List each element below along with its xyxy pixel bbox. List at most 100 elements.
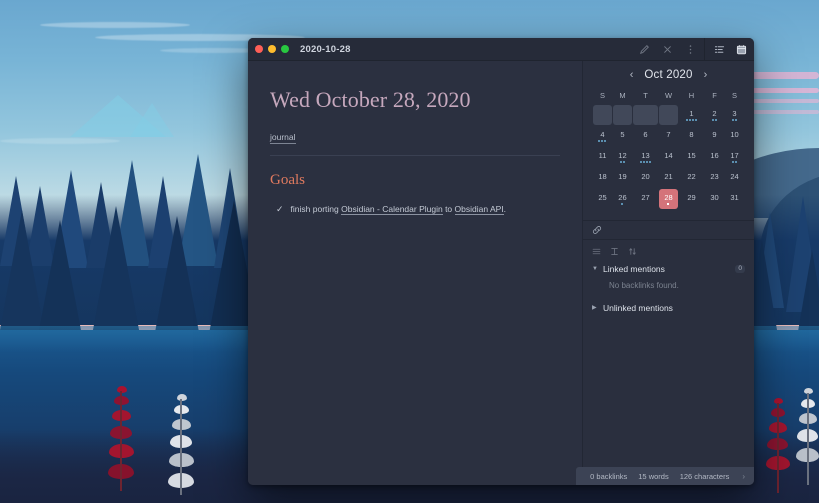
unlinked-mentions-label: Unlinked mentions — [603, 303, 673, 313]
expand-results-icon[interactable] — [610, 247, 619, 256]
calendar-day-4[interactable]: 4 — [593, 126, 612, 146]
previous-month-button[interactable]: ‹ — [630, 69, 634, 81]
calendar-day-dots — [613, 182, 632, 185]
calendar-day-11[interactable]: 11 — [593, 147, 612, 167]
calendar-day-8[interactable]: 8 — [679, 126, 704, 146]
calendar-day-25[interactable]: 25 — [593, 189, 612, 209]
more-vertical-icon[interactable] — [685, 44, 696, 55]
calendar-nav: ‹ Oct 2020 › — [592, 69, 745, 81]
calendar-day-2[interactable]: 2 — [705, 105, 724, 125]
resize-handle-icon[interactable]: › — [742, 472, 745, 481]
calendar-day-21[interactable]: 21 — [659, 168, 678, 188]
calendar-day-5[interactable]: 5 — [613, 126, 632, 146]
tag-journal[interactable]: journal — [270, 132, 296, 144]
calendar-day-empty — [659, 105, 678, 125]
collapse-list-icon[interactable] — [592, 247, 601, 256]
task-text-mid: to — [442, 204, 455, 214]
calendar-day-number: 20 — [641, 171, 650, 181]
task-checkbox-checked[interactable]: ✓ — [276, 205, 284, 214]
calendar-day-dots — [679, 203, 704, 206]
calendar-day-27[interactable]: 27 — [633, 189, 658, 209]
calendar-day-dots — [659, 140, 678, 143]
calendar-day-10[interactable]: 10 — [725, 126, 744, 146]
calendar-month-label[interactable]: Oct 2020 — [644, 69, 692, 81]
calendar-day-17[interactable]: 17 — [725, 147, 744, 167]
calendar-day-9[interactable]: 9 — [705, 126, 724, 146]
calendar-week-row: 25 26 27 28 29 30 31 — [593, 189, 744, 209]
calendar-day-number: 10 — [730, 129, 739, 139]
calendar-day-number: 31 — [730, 192, 739, 202]
window-titlebar[interactable]: 2020-10-28 — [248, 38, 754, 61]
internal-link-obsidian-api[interactable]: Obsidian API — [454, 204, 504, 215]
calendar-day-22[interactable]: 22 — [679, 168, 704, 188]
calendar-day-7[interactable]: 7 — [659, 126, 678, 146]
calendar-day-dots — [679, 182, 704, 185]
task-list-item[interactable]: ✓ finish porting Obsidian - Calendar Plu… — [270, 204, 560, 215]
calendar-day-16[interactable]: 16 — [705, 147, 724, 167]
calendar-day-28-today[interactable]: 28 — [659, 189, 678, 209]
window-title: 2020-10-28 — [300, 43, 351, 55]
calendar-day-14[interactable]: 14 — [659, 147, 678, 167]
calendar-weekday-3: W — [664, 91, 673, 100]
calendar-day-18[interactable]: 18 — [593, 168, 612, 188]
calendar-day-number: 22 — [687, 171, 696, 181]
flower-stack-red — [766, 398, 790, 500]
mountain-shape — [130, 100, 174, 137]
status-word-count[interactable]: 15 words — [638, 472, 668, 481]
sidebar-toolbar — [714, 44, 747, 55]
status-backlinks[interactable]: 0 backlinks — [590, 472, 627, 481]
calendar-day-26[interactable]: 26 — [613, 189, 632, 209]
calendar-day-1[interactable]: 1 — [679, 105, 704, 125]
calendar-icon[interactable] — [736, 44, 747, 55]
next-month-button[interactable]: › — [704, 69, 708, 81]
calendar-day-number: 17 — [730, 150, 739, 160]
calendar-day-number: 4 — [600, 129, 605, 139]
calendar-day-20[interactable]: 20 — [633, 168, 658, 188]
calendar-day-dots — [633, 140, 658, 143]
calendar-day-30[interactable]: 30 — [705, 189, 724, 209]
calendar-day-number: 9 — [712, 129, 717, 139]
calendar-day-dots — [705, 182, 724, 185]
close-icon[interactable] — [662, 44, 673, 55]
calendar-day-dots — [613, 161, 632, 164]
calendar-day-15[interactable]: 15 — [679, 147, 704, 167]
minimize-window-button[interactable] — [268, 45, 276, 53]
calendar-day-29[interactable]: 29 — [679, 189, 704, 209]
calendar-week-row: 18 19 20 21 22 23 24 — [593, 168, 744, 188]
calendar-day-24[interactable]: 24 — [725, 168, 744, 188]
pencil-icon[interactable] — [639, 44, 650, 55]
calendar-weekday-5: F — [712, 91, 717, 100]
tree-shape — [90, 206, 142, 346]
calendar-day-23[interactable]: 23 — [705, 168, 724, 188]
calendar-day-dots — [725, 161, 744, 164]
calendar-day-3[interactable]: 3 — [725, 105, 744, 125]
note-editor[interactable]: Wed October 28, 2020 journal Goals ✓ fin… — [248, 61, 583, 485]
chevron-right-icon[interactable]: ▶ — [592, 305, 598, 311]
flower-stack-red — [108, 386, 134, 498]
cloud-shape — [0, 138, 120, 144]
close-window-button[interactable] — [255, 45, 263, 53]
internal-link-calendar-plugin[interactable]: Obsidian - Calendar Plugin — [341, 204, 443, 215]
calendar-weekday-1: M — [619, 91, 626, 100]
outline-list-icon[interactable] — [714, 44, 725, 55]
calendar-day-12[interactable]: 12 — [613, 147, 632, 167]
calendar-weekday-4: H — [688, 91, 695, 100]
chevron-down-icon[interactable]: ▼ — [592, 266, 598, 272]
unlinked-mentions-section[interactable]: ▶ Unlinked mentions — [583, 300, 754, 316]
calendar-day-6[interactable]: 6 — [633, 126, 658, 146]
sort-order-icon[interactable] — [628, 247, 637, 256]
calendar-day-number: 7 — [666, 129, 671, 139]
maximize-window-button[interactable] — [281, 45, 289, 53]
linked-mentions-section[interactable]: ▼ Linked mentions 0 — [583, 261, 754, 277]
calendar-day-dots — [593, 140, 612, 143]
calendar-day-dots — [593, 203, 612, 206]
calendar-day-number: 8 — [689, 129, 694, 139]
calendar-day-number: 13 — [641, 150, 650, 160]
status-character-count[interactable]: 126 characters — [680, 472, 730, 481]
calendar-day-19[interactable]: 19 — [613, 168, 632, 188]
calendar-day-13[interactable]: 13 — [633, 147, 658, 167]
calendar-day-31[interactable]: 31 — [725, 189, 744, 209]
calendar-day-number: 14 — [664, 150, 673, 160]
calendar-day-number: 18 — [598, 171, 607, 181]
calendar-day-number: 5 — [620, 129, 625, 139]
